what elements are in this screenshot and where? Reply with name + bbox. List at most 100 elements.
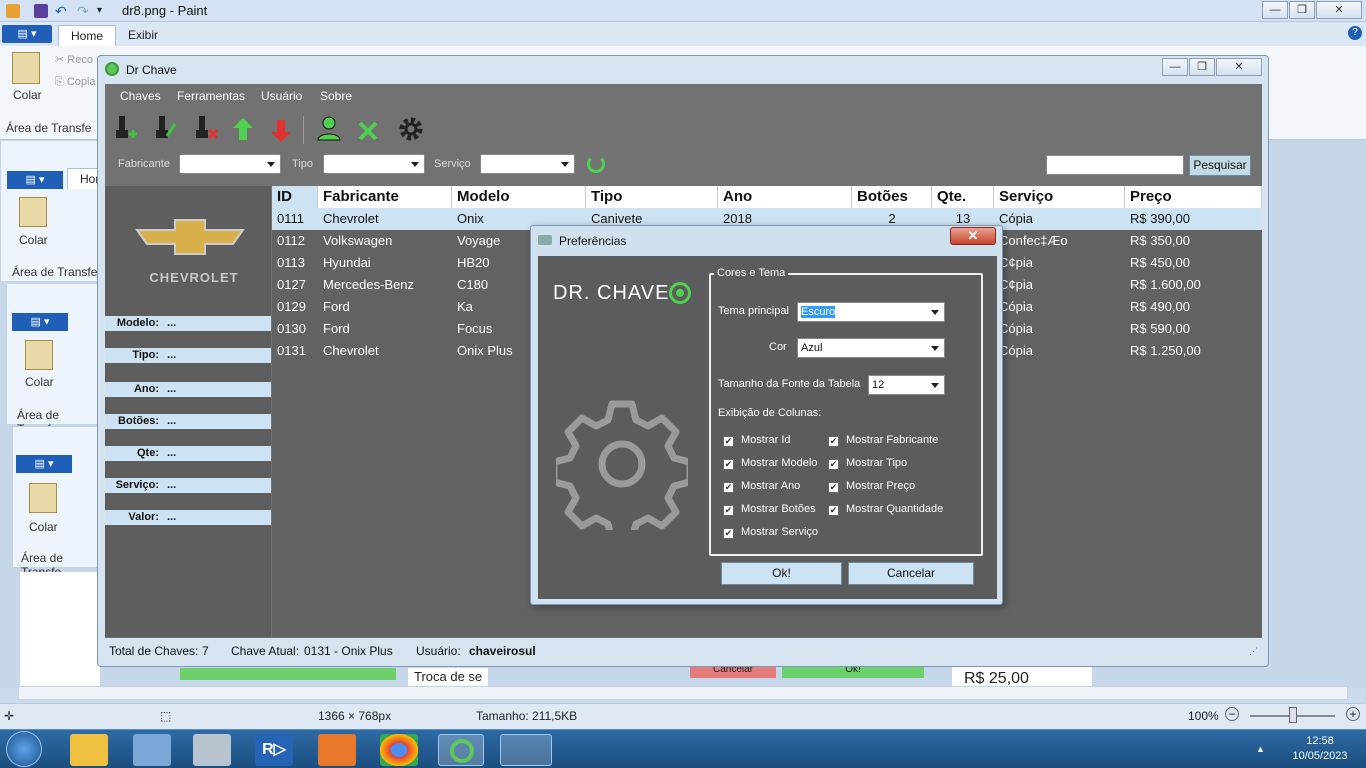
cor-select[interactable]: Azul bbox=[797, 338, 945, 358]
detail-panel: CHEVROLET Modelo:... Tipo:... Ano:... Bo… bbox=[105, 186, 271, 637]
column-header[interactable]: Qte. bbox=[932, 186, 994, 208]
paint-taskbar-icon[interactable] bbox=[500, 734, 552, 766]
ghost-window-3: ▤ ▾ Colar Área de Transfe bbox=[12, 426, 100, 579]
column-checkbox-label[interactable]: Mostrar Preço bbox=[846, 480, 915, 492]
remote-desktop-icon[interactable]: R▷ bbox=[255, 734, 293, 766]
save-icon[interactable] bbox=[34, 4, 48, 18]
tipo-filter-select[interactable] bbox=[323, 154, 425, 174]
tools-icon[interactable] bbox=[355, 114, 383, 144]
image-dimensions: 1366 × 768px bbox=[318, 709, 392, 723]
column-checkbox[interactable]: ✔ bbox=[828, 482, 839, 493]
column-checkbox[interactable]: ✔ bbox=[723, 436, 734, 447]
add-key-icon[interactable] bbox=[113, 114, 141, 144]
paint-window-title: dr8.png - Paint bbox=[122, 3, 208, 18]
column-checkbox-label[interactable]: Mostrar Id bbox=[741, 434, 791, 446]
zoom-slider-thumb[interactable] bbox=[1289, 707, 1297, 723]
column-checkbox[interactable]: ✔ bbox=[723, 505, 734, 516]
atual-value: 0131 - Onix Plus bbox=[304, 644, 393, 658]
column-header[interactable]: Serviço bbox=[994, 186, 1125, 208]
explorer-icon[interactable] bbox=[70, 734, 108, 766]
start-button[interactable] bbox=[6, 731, 42, 767]
column-checkbox-label[interactable]: Mostrar Quantidade bbox=[846, 503, 943, 515]
column-checkbox-label[interactable]: Mostrar Tipo bbox=[846, 457, 907, 469]
fonte-select[interactable]: 12 bbox=[868, 375, 945, 395]
column-checkbox[interactable]: ✔ bbox=[723, 482, 734, 493]
column-checkbox[interactable]: ✔ bbox=[828, 459, 839, 470]
menu-ferramentas[interactable]: Ferramentas bbox=[177, 89, 245, 103]
delete-key-icon[interactable] bbox=[193, 114, 221, 144]
customize-qat-icon[interactable]: ▾ bbox=[97, 4, 111, 18]
column-header[interactable]: Ano bbox=[718, 186, 852, 208]
column-header[interactable]: Tipo bbox=[586, 186, 718, 208]
drchave-minimize-button[interactable]: — bbox=[1162, 58, 1188, 76]
tab-home[interactable]: Home bbox=[58, 25, 117, 46]
drchave-close-button[interactable]: ✕ bbox=[1216, 58, 1262, 76]
calculator-icon[interactable] bbox=[193, 734, 231, 766]
table-cell: 0112 bbox=[277, 233, 305, 248]
search-button[interactable]: Pesquisar bbox=[1189, 155, 1251, 176]
zoom-in-button[interactable]: + bbox=[1346, 707, 1360, 721]
usuario-value: chaveirosul bbox=[469, 644, 536, 658]
table-cell: R$ 350,00 bbox=[1130, 233, 1190, 248]
zoom-out-button[interactable]: − bbox=[1225, 707, 1239, 721]
preferences-close-button[interactable]: ✕ bbox=[950, 227, 996, 245]
column-checkbox-label[interactable]: Mostrar Ano bbox=[741, 480, 800, 492]
paint-app-menu-button[interactable]: ▤ ▾ bbox=[2, 25, 52, 43]
table-header: ID Fabricante Modelo Tipo Ano Botões Qte. Servi… bbox=[272, 186, 1262, 208]
column-checkbox-label[interactable]: Mostrar Fabricante bbox=[846, 434, 938, 446]
clock[interactable]: 12:58 10/05/2023 bbox=[1280, 734, 1360, 764]
paste-icon[interactable] bbox=[12, 52, 40, 84]
clipboard-group-label: Área de Transfe bbox=[6, 121, 92, 135]
ok-button[interactable]: Ok! bbox=[721, 562, 842, 585]
redo-icon[interactable]: ↷ bbox=[77, 4, 91, 18]
close-button[interactable]: ✕ bbox=[1316, 1, 1362, 19]
user-icon[interactable] bbox=[315, 114, 343, 144]
fabricante-filter-select[interactable] bbox=[179, 154, 281, 174]
minimize-button[interactable]: — bbox=[1262, 1, 1288, 19]
column-header[interactable]: ID bbox=[272, 186, 318, 208]
cut-button[interactable]: ✂ Reco bbox=[55, 53, 93, 66]
column-header[interactable]: Botões bbox=[852, 186, 932, 208]
field-servico: Serviço:... bbox=[105, 478, 271, 493]
horizontal-scrollbar[interactable] bbox=[18, 686, 1348, 700]
search-input[interactable] bbox=[1046, 155, 1184, 175]
paint-statusbar: ✛ ⬚ 1366 × 768px Tamanho: 211,5KB 100% −… bbox=[0, 703, 1366, 729]
tema-value: Escuro bbox=[801, 306, 836, 318]
cancel-button[interactable]: Cancelar bbox=[848, 562, 974, 585]
move-down-icon[interactable] bbox=[267, 114, 295, 144]
servico-filter-select[interactable] bbox=[480, 154, 575, 174]
drchave-maximize-button[interactable]: ❐ bbox=[1189, 58, 1215, 76]
column-header[interactable]: Modelo bbox=[452, 186, 586, 208]
column-checkbox[interactable]: ✔ bbox=[723, 528, 734, 539]
move-up-icon[interactable] bbox=[229, 114, 257, 144]
undo-icon[interactable]: ↶ bbox=[55, 4, 69, 18]
help-icon[interactable]: ? bbox=[1348, 26, 1362, 40]
maximize-button[interactable]: ❐ bbox=[1289, 1, 1315, 19]
settings-gear-icon[interactable] bbox=[397, 114, 425, 144]
column-checkbox[interactable]: ✔ bbox=[828, 505, 839, 516]
column-header[interactable]: Preço bbox=[1125, 186, 1262, 208]
tema-select[interactable]: Escuro bbox=[797, 302, 945, 322]
control-panel-icon[interactable] bbox=[133, 734, 171, 766]
resize-grip-icon[interactable]: ⋰ bbox=[1249, 646, 1258, 657]
menu-sobre[interactable]: Sobre bbox=[320, 89, 352, 103]
column-checkbox-label[interactable]: Mostrar Serviço bbox=[741, 526, 818, 538]
column-header[interactable]: Fabricante bbox=[318, 186, 452, 208]
field-botoes: Botões:... bbox=[105, 414, 271, 429]
column-checkbox[interactable]: ✔ bbox=[723, 459, 734, 470]
refresh-icon[interactable] bbox=[587, 155, 605, 173]
ghost-paste-icon bbox=[19, 197, 47, 227]
edit-key-icon[interactable] bbox=[153, 114, 181, 144]
menu-usuario[interactable]: Usuário bbox=[261, 89, 302, 103]
menu-chaves[interactable]: Chaves bbox=[120, 89, 161, 103]
tab-exibir[interactable]: Exibir bbox=[116, 25, 170, 46]
copy-button[interactable]: ⎘ Copia bbox=[55, 76, 96, 89]
tray-arrow-icon[interactable]: ▲ bbox=[1256, 744, 1265, 754]
drchave-taskbar-icon[interactable] bbox=[438, 734, 484, 766]
column-checkbox-label[interactable]: Mostrar Modelo bbox=[741, 457, 817, 469]
zoom-level: 100% bbox=[1188, 709, 1219, 723]
pdf-app-icon[interactable] bbox=[318, 734, 356, 766]
chrome-icon[interactable] bbox=[380, 734, 418, 766]
column-checkbox-label[interactable]: Mostrar Botões bbox=[741, 503, 816, 515]
column-checkbox[interactable]: ✔ bbox=[828, 436, 839, 447]
